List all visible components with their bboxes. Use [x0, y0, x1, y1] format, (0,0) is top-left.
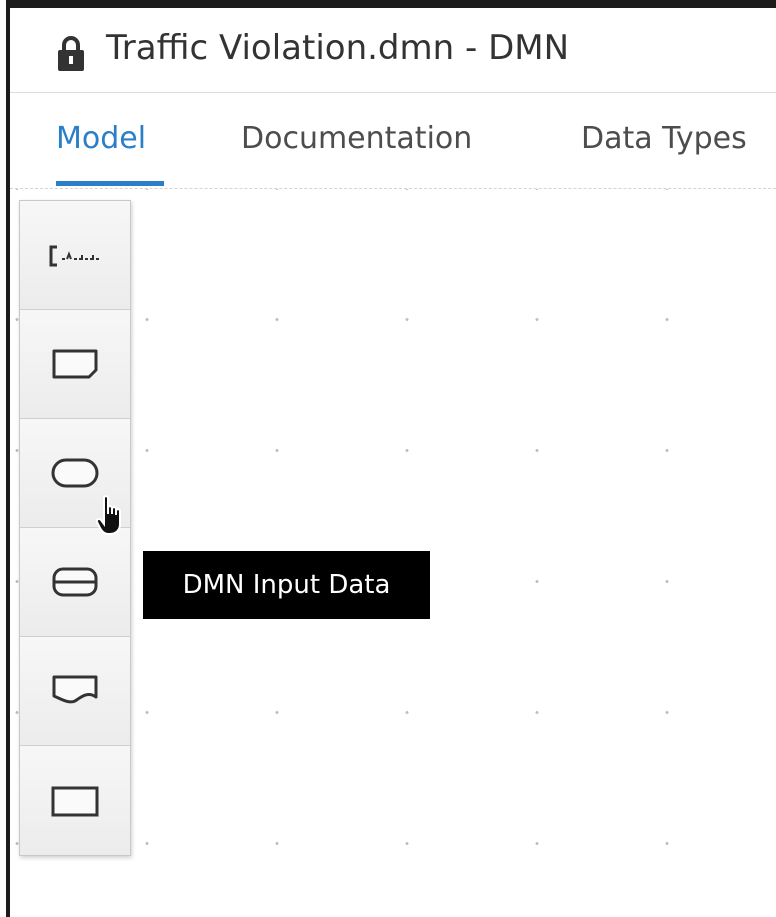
- lock-icon: [58, 36, 84, 71]
- business-knowledge-model-icon: [52, 567, 98, 597]
- editor-title: Traffic Violation.dmn - DMN: [106, 28, 570, 68]
- text-annotation-icon: [49, 245, 99, 267]
- palette-item-decision[interactable]: [20, 310, 130, 419]
- tab-model[interactable]: Model: [56, 121, 146, 156]
- decision-service-icon: [51, 786, 99, 816]
- palette-item-decision-service[interactable]: [20, 746, 130, 855]
- tab-documentation[interactable]: Documentation: [241, 121, 472, 156]
- window-frame-top: [6, 0, 776, 8]
- active-tab-indicator: [56, 181, 164, 186]
- palette-tooltip: DMN Input Data: [143, 551, 430, 619]
- input-data-icon: [51, 458, 99, 488]
- knowledge-source-icon: [52, 675, 98, 704]
- palette-item-text-annotation[interactable]: [20, 201, 130, 310]
- hand-pointer-icon: [96, 495, 121, 535]
- tab-data-types[interactable]: Data Types: [581, 121, 747, 156]
- editor-tabs: Model Documentation Data Types: [10, 93, 776, 188]
- palette-item-knowledge-source[interactable]: [20, 637, 130, 746]
- decision-icon: [52, 349, 98, 379]
- editor-title-bar: Traffic Violation.dmn - DMN: [10, 8, 776, 93]
- palette-item-business-knowledge-model[interactable]: [20, 528, 130, 637]
